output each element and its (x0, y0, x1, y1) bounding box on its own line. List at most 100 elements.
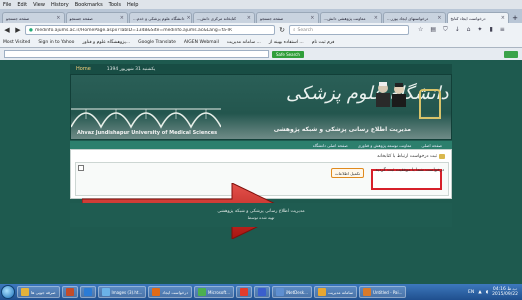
new-tab-button[interactable]: + (510, 12, 520, 23)
close-icon[interactable]: × (247, 15, 251, 21)
site-nav: صفحه اصلی دانشگاه معاونت توسعه پژوهش و ف… (70, 141, 452, 149)
url-text: medinfo.ajums.ac.ir/HomePage.aspx?TabID=… (34, 27, 232, 33)
taskbar-label: Microsoft... (208, 289, 231, 295)
taskbar-label: Images (3).ht... (111, 289, 143, 295)
tab-label: ...درخواستهای ایجاد یوزر (387, 15, 429, 21)
clipboard-icon[interactable]: ▤ (430, 26, 436, 34)
breadcrumb: ثبت درخواست ارتباط با کتابخانه (377, 154, 445, 159)
close-icon[interactable]: × (186, 15, 190, 21)
bookmark-icon[interactable]: ▮ (489, 26, 492, 34)
start-button[interactable] (1, 285, 15, 299)
tab-label: صفحه جستجو (6, 15, 30, 21)
toolbar-toggle[interactable] (504, 50, 518, 58)
search-icon: ⌕ (293, 28, 296, 33)
bookmark-item[interactable]: فرم ثبت نام (312, 40, 335, 45)
bookmark-item[interactable]: Most Visited (3, 40, 30, 45)
toolbar-search-field[interactable] (4, 50, 269, 58)
browser-tab-active[interactable]: درخواست ایجاد کتابخ × (446, 12, 509, 23)
app-icon (83, 288, 92, 296)
bookmarks-bar: Most Visited Sign in to Yahoo پژوهشگاه ع… (0, 37, 522, 48)
bookmark-item[interactable]: AIGEN Webmail (184, 40, 219, 45)
safe-search-button[interactable]: Safe Search (272, 50, 304, 58)
taskbar-item[interactable] (61, 286, 78, 298)
tab-label: ...معاونت پژوهشی دانش (323, 15, 366, 21)
menu-bookmarks[interactable]: Bookmarks (75, 2, 103, 8)
close-icon[interactable]: × (310, 15, 314, 21)
browser-tab[interactable]: صفحه جستجو × (65, 12, 128, 23)
tab-label: ...کتابخانه مرکزی دانش (196, 15, 237, 21)
tab-label: صفحه جستجو (260, 15, 284, 21)
nav-university-home[interactable]: صفحه اصلی دانشگاه (313, 143, 348, 148)
bookmark-item[interactable]: استفاده بهینه از ... (269, 40, 304, 45)
bookmark-item[interactable]: سامانه مدیریت ... (227, 40, 261, 45)
taskbar-item[interactable]: iNetDesk... (272, 286, 312, 298)
folder-icon (439, 154, 445, 159)
taskbar-item[interactable]: Untitled - Pai... (359, 286, 407, 298)
bridge-illustration (71, 108, 221, 129)
taskbar-item[interactable]: درخواست ایجاد (148, 286, 193, 298)
taskbar-label: iNetDesk... (286, 289, 308, 295)
taskbar-item[interactable] (254, 286, 271, 298)
nav-home[interactable]: صفحه اصلی (421, 143, 442, 148)
web-page: Home یکشنبه 31 شهریور 1394 دانشگاه علوم … (0, 60, 522, 284)
address-bar[interactable]: ● medinfo.ajums.ac.ir/HomePage.aspx?TabI… (25, 25, 275, 35)
menu-file[interactable]: File (3, 2, 11, 8)
taskbar-label: درخواست ایجاد (162, 289, 189, 295)
menu-history[interactable]: History (51, 2, 69, 8)
browser-tab[interactable]: ...دانشگاه علوم پزشکی و خدم × (129, 12, 192, 23)
browser-tab[interactable]: صفحه جستجو × (256, 12, 319, 23)
close-icon[interactable]: × (56, 15, 60, 21)
folder-icon (21, 288, 29, 296)
home-link[interactable]: Home (76, 66, 91, 72)
taskbar-item[interactable]: Images (3).ht... (97, 286, 147, 298)
taskbar-item[interactable]: سامانه مدیریت (313, 286, 358, 298)
forward-arrow-icon[interactable]: ▶ (14, 26, 22, 34)
close-icon[interactable]: × (374, 15, 378, 21)
menu-bar: File Edit View History Bookmarks Tools H… (0, 0, 522, 9)
tab-strip: صفحه جستجو × صفحه جستجو × ...دانشگاه علوم … (0, 9, 522, 23)
shield-icon[interactable]: ⛉ (443, 26, 448, 34)
close-icon[interactable]: × (501, 15, 505, 21)
bookmark-item[interactable]: Sign in to Yahoo (38, 40, 74, 45)
browser-tab[interactable]: ...درخواستهای ایجاد یوزر × (383, 12, 446, 23)
language-indicator[interactable]: EN (468, 290, 474, 295)
taskbar-item[interactable] (236, 286, 253, 298)
network-icon[interactable]: ▲ (478, 290, 481, 295)
home-icon[interactable]: ⌂ (467, 26, 471, 34)
addon-icon[interactable]: ✦ (477, 26, 482, 34)
reload-icon[interactable]: ↻ (278, 26, 286, 34)
menu-view[interactable]: View (33, 2, 45, 8)
browser-tab[interactable]: صفحه جستجو × (2, 12, 65, 23)
footer-credit: تهیه شده توسط (247, 215, 275, 220)
paint-icon (363, 288, 372, 296)
search-input[interactable]: ⌕ Search (289, 25, 409, 35)
browser-tab[interactable]: ...کتابخانه مرکزی دانش × (192, 12, 255, 23)
complete-info-button[interactable]: تکمیل اطلاعات (331, 168, 364, 178)
close-icon[interactable]: × (437, 15, 441, 21)
nav-research-deputy[interactable]: معاونت توسعه پژوهش و فناوری (358, 143, 412, 148)
bookmark-item[interactable]: Google Translate (138, 40, 176, 45)
volume-icon[interactable]: ◖ (486, 290, 488, 295)
search-placeholder: Search (297, 27, 313, 33)
taskbar-item[interactable]: Microsoft... (194, 286, 235, 298)
bookmark-item[interactable]: پژوهشگاه علوم و فناور... (82, 40, 130, 45)
menu-tools[interactable]: Tools (109, 2, 121, 8)
tab-label: صفحه جستجو (69, 15, 93, 21)
page-top-strip: Home یکشنبه 31 شهریور 1394 (70, 64, 452, 74)
menu-icon[interactable]: ≡ (500, 26, 505, 34)
taskbar-item[interactable] (79, 286, 96, 298)
menu-help[interactable]: Help (127, 2, 138, 8)
system-tray: EN ▲ ◖ ب.ظ 04:16 2015/09/22 (468, 287, 522, 297)
app-icon (198, 288, 207, 296)
clock[interactable]: ب.ظ 04:16 2015/09/22 (492, 287, 518, 297)
taskbar-item[interactable]: صرفه جویی ها (17, 286, 60, 298)
browser-tab[interactable]: ...معاونت پژوهشی دانش × (319, 12, 382, 23)
download-icon[interactable]: ↓ (455, 26, 460, 34)
back-arrow-icon[interactable]: ◀ (3, 26, 11, 34)
menu-edit[interactable]: Edit (17, 2, 27, 8)
breadcrumb-text: ثبت درخواست ارتباط با کتابخانه (377, 154, 437, 159)
close-icon[interactable]: × (120, 15, 124, 21)
star-icon[interactable]: ☆ (418, 26, 423, 34)
nav-bar: ◀ ▶ ● medinfo.ajums.ac.ir/HomePage.aspx?… (0, 23, 522, 37)
app-icon (276, 288, 285, 296)
